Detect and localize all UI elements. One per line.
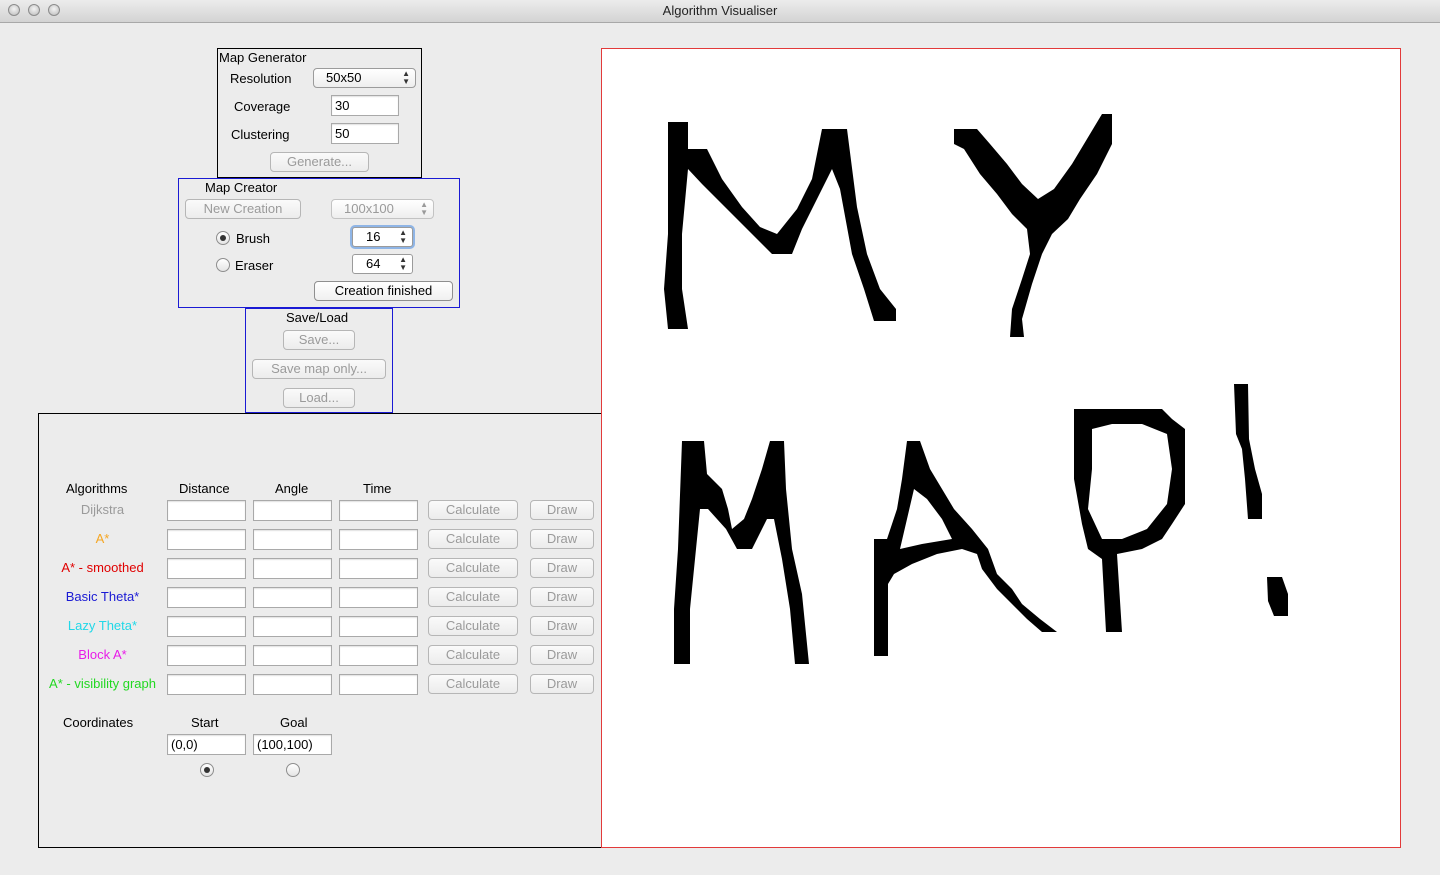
algorithm-name-block-a-star: Block A*: [78, 647, 127, 662]
distance-field-a-star-smoothed[interactable]: [167, 558, 246, 579]
time-field-lazy-theta[interactable]: [339, 616, 418, 637]
creation-finished-button[interactable]: Creation finished: [314, 281, 453, 301]
draw-button-dijkstra[interactable]: Draw: [530, 500, 594, 520]
time-field-a-star-smoothed[interactable]: [339, 558, 418, 579]
distance-field-lazy-theta[interactable]: [167, 616, 246, 637]
map-creator-panel: Map Creator New Creation 100x100 ▲ ▼ Brus…: [178, 178, 460, 308]
window-title: Algorithm Visualiser: [662, 3, 778, 18]
save-load-title: Save/Load: [286, 310, 349, 325]
draw-button-a-star-visibility-graph[interactable]: Draw: [530, 674, 594, 694]
distance-header: Distance: [179, 481, 230, 496]
algorithm-name-a-star: A*: [95, 531, 110, 546]
eraser-radio[interactable]: [216, 258, 230, 272]
clustering-input[interactable]: 50: [331, 123, 399, 144]
map-canvas[interactable]: [601, 48, 1401, 848]
brush-radio[interactable]: [216, 231, 230, 245]
map-creator-title: Map Creator: [205, 180, 278, 195]
goal-radio[interactable]: [286, 763, 300, 777]
distance-field-block-a-star[interactable]: [167, 645, 246, 666]
creation-size-select[interactable]: 100x100 ▲ ▼: [331, 199, 434, 219]
draw-button-lazy-theta[interactable]: Draw: [530, 616, 594, 636]
start-label: Start: [191, 715, 219, 730]
brush-size-spinner[interactable]: 16 ▲ ▼: [352, 227, 413, 247]
save-map-only-button[interactable]: Save map only...: [252, 359, 386, 379]
algorithm-name-a-star-visibility-graph: A* - visibility graph: [49, 676, 156, 691]
stepper-arrows-icon: ▲ ▼: [399, 228, 407, 245]
stepper-arrows-icon: ▲ ▼: [402, 69, 410, 86]
algorithm-name-dijkstra: Dijkstra: [80, 502, 125, 517]
calculate-button-a-star-visibility-graph[interactable]: Calculate: [428, 674, 518, 694]
angle-field-dijkstra[interactable]: [253, 500, 332, 521]
draw-button-block-a-star[interactable]: Draw: [530, 645, 594, 665]
distance-field-a-star[interactable]: [167, 529, 246, 550]
calculate-button-basic-theta[interactable]: Calculate: [428, 587, 518, 607]
algorithms-header: Algorithms: [66, 481, 128, 496]
coverage-input[interactable]: 30: [331, 95, 399, 116]
calculate-button-a-star-smoothed[interactable]: Calculate: [428, 558, 518, 578]
distance-field-dijkstra[interactable]: [167, 500, 246, 521]
eraser-size-value: 64: [366, 256, 381, 271]
calculate-button-a-star[interactable]: Calculate: [428, 529, 518, 549]
draw-button-basic-theta[interactable]: Draw: [530, 587, 594, 607]
generate-button[interactable]: Generate...: [270, 152, 369, 172]
algorithm-name-lazy-theta: Lazy Theta*: [67, 618, 138, 633]
angle-header: Angle: [275, 481, 309, 496]
algorithm-name-basic-theta: Basic Theta*: [65, 589, 140, 604]
time-field-dijkstra[interactable]: [339, 500, 418, 521]
radio-dot-icon: [220, 235, 226, 241]
draw-button-a-star-smoothed[interactable]: Draw: [530, 558, 594, 578]
stepper-arrows-icon: ▲ ▼: [420, 200, 428, 217]
drawn-obstacles: [664, 114, 1288, 664]
load-button[interactable]: Load...: [283, 388, 355, 408]
radio-dot-icon: [204, 767, 210, 773]
draw-button-a-star[interactable]: Draw: [530, 529, 594, 549]
resolution-label: Resolution: [230, 71, 292, 86]
time-header: Time: [363, 481, 392, 496]
algorithms-panel: Algorithms Distance Angle Time Dijkstra C…: [38, 413, 602, 848]
angle-field-block-a-star[interactable]: [253, 645, 332, 666]
angle-field-a-star-visibility-graph[interactable]: [253, 674, 332, 695]
goal-coordinate-input[interactable]: (100,100): [253, 734, 332, 755]
calculate-button-block-a-star[interactable]: Calculate: [428, 645, 518, 665]
calculate-button-dijkstra[interactable]: Calculate: [428, 500, 518, 520]
map-drawing: [664, 114, 1288, 664]
start-radio[interactable]: [200, 763, 214, 777]
time-field-a-star-visibility-graph[interactable]: [339, 674, 418, 695]
eraser-label: Eraser: [235, 258, 274, 273]
time-field-a-star[interactable]: [339, 529, 418, 550]
resolution-value: 50x50: [326, 70, 362, 85]
time-field-block-a-star[interactable]: [339, 645, 418, 666]
time-field-basic-theta[interactable]: [339, 587, 418, 608]
algorithm-name-a-star-smoothed: A* - smoothed: [61, 560, 144, 575]
clustering-label: Clustering: [231, 127, 290, 142]
angle-field-a-star[interactable]: [253, 529, 332, 550]
creation-size-value: 100x100: [344, 201, 394, 216]
save-button[interactable]: Save...: [283, 330, 355, 350]
map-generator-panel: Map Generator Resolution 50x50 ▲ ▼ Covera…: [217, 48, 422, 178]
angle-field-lazy-theta[interactable]: [253, 616, 332, 637]
start-coordinate-input[interactable]: (0,0): [167, 734, 246, 755]
angle-field-a-star-smoothed[interactable]: [253, 558, 332, 579]
save-load-panel: Save/Load Save... Save map only... Load.…: [245, 308, 393, 413]
angle-field-basic-theta[interactable]: [253, 587, 332, 608]
calculate-button-lazy-theta[interactable]: Calculate: [428, 616, 518, 636]
new-creation-button[interactable]: New Creation: [185, 199, 301, 219]
stepper-arrows-icon: ▲ ▼: [399, 255, 407, 272]
distance-field-a-star-visibility-graph[interactable]: [167, 674, 246, 695]
goal-label: Goal: [280, 715, 308, 730]
coordinates-label: Coordinates: [63, 715, 134, 730]
coverage-label: Coverage: [234, 99, 291, 114]
distance-field-basic-theta[interactable]: [167, 587, 246, 608]
eraser-size-spinner[interactable]: 64 ▲ ▼: [352, 254, 413, 274]
window-titlebar: Algorithm Visualiser: [0, 0, 1440, 23]
resolution-select[interactable]: 50x50 ▲ ▼: [313, 68, 416, 88]
brush-label: Brush: [236, 231, 270, 246]
brush-size-value: 16: [366, 229, 381, 244]
map-generator-title: Map Generator: [219, 50, 307, 65]
